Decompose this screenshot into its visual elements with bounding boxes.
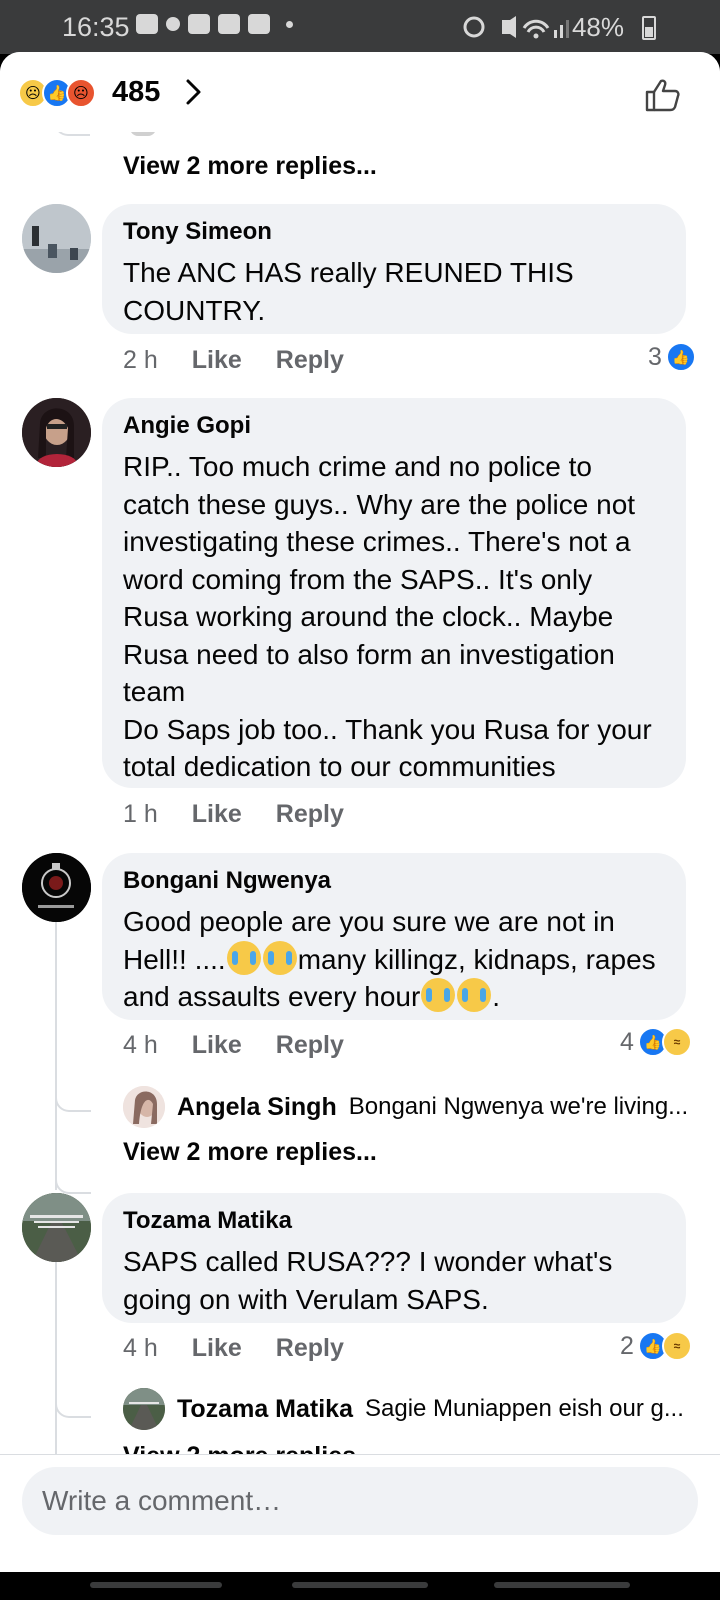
comment-author[interactable]: Tozama Matika <box>123 1207 664 1235</box>
comment-actions: 1 h Like Reply <box>123 800 344 829</box>
comment-text-part: . <box>492 981 501 1012</box>
comment-author[interactable]: Bongani Ngwenya <box>123 867 664 895</box>
comment-time[interactable]: 2 h <box>123 346 158 375</box>
like-button[interactable]: Like <box>192 1031 242 1060</box>
comment-actions: 4 h Like Reply <box>123 1031 344 1060</box>
reply-button[interactable]: Reply <box>276 346 344 375</box>
reactions-header: ☹ 👍 ☹ 485 <box>0 52 720 132</box>
chevron-right-icon[interactable] <box>180 78 206 106</box>
avatar[interactable] <box>22 204 91 273</box>
nav-back-button[interactable] <box>494 1582 630 1588</box>
comment-reactions[interactable]: 2 👍 ≈ <box>620 1331 692 1361</box>
status-bar: 16:35 48% <box>0 0 720 54</box>
youtube-icon <box>188 14 210 34</box>
comment-time[interactable]: 4 h <box>123 1031 158 1060</box>
reaction-summary[interactable]: ☹ 👍 ☹ <box>18 78 96 108</box>
reply-text: Sagie Muniappen eish our g... <box>364 1395 684 1422</box>
comment-text: The ANC HAS really REUNED THIS COUNTRY. <box>123 257 574 326</box>
comment-reaction-count: 2 <box>620 1331 634 1360</box>
avatar[interactable] <box>22 853 91 922</box>
thread-connector <box>55 1062 91 1112</box>
avatar[interactable] <box>123 1086 165 1128</box>
app-icon <box>166 17 180 31</box>
battery-icon <box>642 16 656 40</box>
comment-actions: 2 h Like Reply <box>123 346 344 375</box>
reply-author[interactable]: Angela Singh <box>177 1093 337 1122</box>
youtube-icon <box>218 14 240 34</box>
view-more-replies-link[interactable]: View 2 more replies... <box>123 152 377 181</box>
haha-reaction-icon: ≈ <box>661 1331 692 1361</box>
comment-text: Good people are you sure we are not in H… <box>123 903 664 1016</box>
comment-reactions[interactable]: 4 👍 ≈ <box>620 1027 692 1057</box>
comment-author[interactable]: Angie Gopi <box>123 412 664 440</box>
comment-composer: Write a comment… <box>0 1454 720 1544</box>
comment-bubble: Angie Gopi RIP.. Too much crime and no p… <box>102 398 686 788</box>
reply-text: Bongani Ngwenya we're living... <box>348 1093 689 1120</box>
comment-reaction-count: 4 <box>620 1027 634 1056</box>
angry-reaction-icon: ☹ <box>66 78 96 108</box>
comment-bubble: Tony Simeon The ANC HAS really REUNED TH… <box>102 204 686 334</box>
comment-bubble: Tozama Matika SAPS called RUSA??? I wond… <box>102 1193 686 1323</box>
avatar[interactable] <box>22 1193 91 1262</box>
like-button[interactable]: Like <box>192 346 242 375</box>
more-notifications-icon <box>286 20 293 28</box>
comment-text: SAPS called RUSA??? I wonder what's goin… <box>123 1246 613 1315</box>
like-button[interactable]: Like <box>192 800 242 829</box>
like-button[interactable]: Like <box>192 1334 242 1363</box>
comments-sheet: ☹ 👍 ☹ 485 View 2 more replies... Tony Si… <box>0 52 720 1572</box>
comment-time[interactable]: 4 h <box>123 1334 158 1363</box>
crying-emoji-icon <box>226 940 261 975</box>
nav-recents-button[interactable] <box>90 1582 222 1588</box>
haha-reaction-icon: ≈ <box>661 1027 692 1057</box>
view-more-replies-link[interactable]: View 2 more replies... <box>123 1138 377 1167</box>
reply-button[interactable]: Reply <box>276 1334 344 1363</box>
comment-actions: 4 h Like Reply <box>123 1334 344 1363</box>
comment-reaction-count: 3 <box>648 342 662 371</box>
status-time: 16:35 <box>62 12 130 42</box>
thread-connector <box>55 1168 91 1194</box>
like-reaction-icon: 👍 <box>665 342 696 372</box>
comment-reactions[interactable]: 3 👍 <box>648 342 696 372</box>
crying-emoji-icon <box>457 978 492 1012</box>
comment-author[interactable]: Tony Simeon <box>123 218 664 246</box>
system-navigation-bar <box>0 1572 720 1600</box>
reply-preview[interactable]: Angela Singh Bongani Ngwenya we're livin… <box>123 1086 688 1128</box>
message-icon <box>136 14 158 34</box>
reaction-count[interactable]: 485 <box>112 76 160 109</box>
comment-text: RIP.. Too much crime and no police to ca… <box>123 451 652 782</box>
download-icon <box>248 14 270 34</box>
avatar[interactable] <box>123 1388 165 1430</box>
thread-connector <box>55 1368 91 1418</box>
nav-home-button[interactable] <box>292 1582 428 1588</box>
comment-time[interactable]: 1 h <box>123 800 158 829</box>
avatar[interactable] <box>22 398 91 467</box>
notification-icons <box>136 14 293 34</box>
reply-button[interactable]: Reply <box>276 1031 344 1060</box>
crying-emoji-icon <box>421 978 456 1012</box>
comment-input[interactable]: Write a comment… <box>22 1467 698 1535</box>
like-outline-icon[interactable] <box>644 78 680 112</box>
crying-emoji-icon <box>262 940 297 975</box>
comment-bubble: Bongani Ngwenya Good people are you sure… <box>102 853 686 1020</box>
reply-button[interactable]: Reply <box>276 800 344 829</box>
reply-author[interactable]: Tozama Matika <box>177 1395 353 1424</box>
thread-connector <box>55 922 57 1190</box>
battery-percentage: 48% <box>571 12 624 42</box>
reply-preview[interactable]: Tozama Matika Sagie Muniappen eish our g… <box>123 1388 684 1430</box>
